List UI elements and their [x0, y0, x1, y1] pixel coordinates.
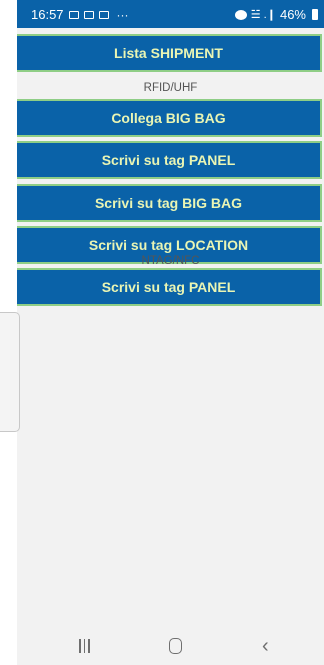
status-time: 16:57 — [31, 7, 64, 22]
section-label-nfc: NTAG/NFC — [141, 255, 200, 267]
battery-percent: 46% — [279, 7, 306, 22]
scrivi-tag-panel-button[interactable]: Scrivi su tag PANEL — [17, 141, 322, 179]
status-left: 16:57 ··· — [31, 7, 129, 22]
section-label-rfid: RFID/UHF — [143, 82, 198, 94]
status-right: ☱ .❙ 46% — [234, 7, 318, 22]
screen-icon — [83, 10, 94, 19]
home-icon[interactable] — [169, 638, 182, 654]
battery-icon — [312, 9, 318, 20]
recent-apps-icon[interactable] — [79, 639, 93, 653]
scrivi-tag-big-bag-button[interactable]: Scrivi su tag BIG BAG — [17, 184, 322, 222]
status-bar: 16:57 ··· ☱ .❙ 46% — [17, 0, 324, 28]
app-screen: 16:57 ··· ☱ .❙ 46% Lista SHIPMENT RFID/U… — [17, 0, 324, 665]
gallery-icon — [68, 10, 79, 19]
side-panel-handle[interactable] — [0, 312, 20, 432]
collega-big-bag-button[interactable]: Collega BIG BAG — [17, 99, 322, 137]
alarm-icon — [234, 9, 247, 20]
scrivi-tag-panel-nfc-button[interactable]: Scrivi su tag PANEL — [17, 268, 322, 306]
overflow-icon: ··· — [116, 7, 129, 22]
back-icon[interactable]: ‹ — [262, 635, 269, 658]
signal-icon: ☱ .❙ — [250, 9, 276, 21]
lista-shipment-button[interactable]: Lista SHIPMENT — [17, 34, 322, 72]
navigation-bar: ‹ — [17, 603, 324, 665]
image-icon — [98, 10, 109, 19]
